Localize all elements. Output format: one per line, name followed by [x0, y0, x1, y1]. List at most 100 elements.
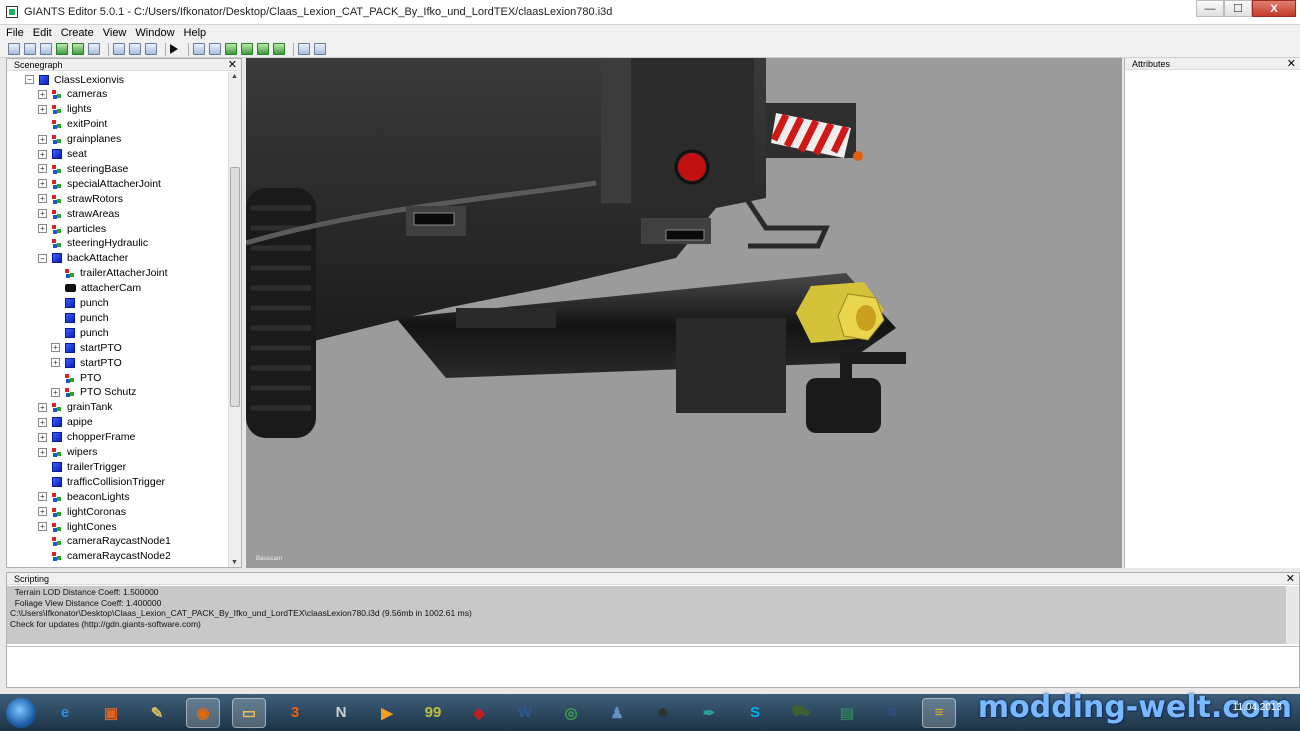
expand-toggle-icon[interactable]: +	[38, 134, 47, 144]
menu-edit[interactable]: Edit	[33, 27, 52, 39]
close-button[interactable]: X	[1252, 0, 1296, 17]
tree-node[interactable]: + chopperFrame	[38, 430, 135, 445]
giants-editor-icon[interactable]: ≡	[922, 697, 956, 728]
tree-node[interactable]: + apipe	[38, 415, 93, 430]
app-3-icon[interactable]: 3	[278, 698, 312, 728]
tree-node[interactable]: − ClassLexionvis	[25, 72, 124, 87]
close-icon[interactable]: ✕	[1286, 573, 1295, 585]
import-icon[interactable]	[40, 43, 52, 55]
expand-toggle-icon[interactable]: +	[38, 432, 47, 442]
tree-node[interactable]: + startPTO	[51, 340, 122, 355]
tree-node[interactable]: + grainTank	[38, 400, 113, 415]
internet-explorer-icon[interactable]: e	[48, 698, 82, 728]
media-player-icon[interactable]: ▶	[370, 698, 404, 728]
foliage-paint-icon[interactable]	[273, 43, 285, 55]
package-icon[interactable]: ▣	[94, 698, 128, 728]
tree-node[interactable]: − backAttacher	[38, 251, 128, 266]
tree-node[interactable]: + PTO Schutz	[51, 385, 136, 400]
expand-toggle-icon[interactable]: +	[51, 358, 60, 368]
scroll-down-icon[interactable]: ▼	[231, 559, 238, 566]
expand-toggle-icon[interactable]: +	[38, 224, 47, 233]
expand-toggle-icon[interactable]: +	[38, 104, 47, 114]
expand-toggle-icon[interactable]: +	[38, 402, 47, 412]
tree-node[interactable]: steeringHydraulic	[38, 236, 148, 251]
tree-node[interactable]: + strawAreas	[38, 206, 120, 221]
tree-node[interactable]: + specialAttacherJoint	[38, 176, 161, 191]
tree-node[interactable]: PTO	[51, 370, 101, 385]
tree-node[interactable]: + cameras	[38, 87, 107, 102]
gear-alt-icon[interactable]	[314, 43, 326, 55]
expand-toggle-icon[interactable]: +	[38, 417, 47, 427]
expand-toggle-icon[interactable]: +	[38, 507, 47, 517]
tree-node[interactable]: + startPTO	[51, 355, 122, 370]
open-file-icon[interactable]	[24, 43, 36, 55]
tree-node[interactable]: attacherCam	[51, 281, 141, 296]
gear-icon[interactable]	[298, 43, 310, 55]
expand-toggle-icon[interactable]: +	[51, 387, 60, 397]
skype-icon[interactable]: S	[738, 698, 772, 728]
stack-icon[interactable]: ≡	[876, 698, 910, 728]
save-icon[interactable]	[56, 43, 68, 55]
tree-node[interactable]: trailerTrigger	[38, 459, 126, 474]
redo-icon[interactable]	[145, 43, 157, 55]
tractor-icon[interactable]: ⛟	[784, 698, 818, 728]
save-as-icon[interactable]	[72, 43, 84, 55]
tree-node[interactable]: + grainplanes	[38, 132, 121, 147]
expand-toggle-icon[interactable]: +	[51, 343, 60, 353]
system-clock[interactable]: 11.04.2013	[1233, 702, 1282, 714]
maximize-button[interactable]: ☐	[1224, 0, 1252, 17]
terrain-raise-icon[interactable]	[225, 43, 237, 55]
tree-node[interactable]: + beaconLights	[38, 489, 129, 504]
expand-toggle-icon[interactable]: +	[38, 179, 47, 189]
feather-icon[interactable]: ✒	[692, 698, 726, 728]
script-input[interactable]	[7, 646, 1299, 687]
terrain-paint-icon[interactable]	[257, 43, 269, 55]
tree-node[interactable]: + seat	[38, 147, 87, 162]
paint-icon[interactable]: ✎	[140, 698, 174, 728]
word-icon[interactable]: W	[508, 698, 542, 728]
expand-toggle-icon[interactable]: +	[38, 89, 47, 99]
3d-viewport[interactable]: Basiscam	[246, 58, 1122, 568]
menu-file[interactable]: File	[6, 27, 24, 39]
menu-help[interactable]: Help	[184, 27, 207, 39]
close-icon[interactable]: ✕	[228, 59, 237, 71]
scene-tree[interactable]: − ClassLexionvis + cameras + lights exitPoint +…	[7, 72, 229, 567]
chrome-icon[interactable]: ◎	[554, 698, 588, 728]
window-icon[interactable]: ▤	[830, 698, 864, 728]
minimize-button[interactable]: —	[1196, 0, 1224, 17]
menu-create[interactable]: Create	[61, 27, 94, 39]
expand-toggle-icon[interactable]: +	[38, 209, 47, 219]
tree-node[interactable]: trailerAttacherJoint	[51, 266, 168, 281]
expand-toggle-icon[interactable]: +	[38, 194, 47, 204]
scroll-up-icon[interactable]: ▲	[231, 73, 238, 80]
tree-node[interactable]: punch	[51, 296, 109, 311]
select-tool-icon[interactable]	[193, 43, 205, 55]
tree-node[interactable]: punch	[51, 310, 109, 325]
play-icon[interactable]	[170, 44, 178, 54]
export-icon[interactable]	[88, 43, 100, 55]
expand-toggle-icon[interactable]: +	[38, 164, 47, 174]
expand-toggle-icon[interactable]: +	[38, 149, 47, 159]
tree-node[interactable]: cameraRaycastNode2	[38, 549, 171, 564]
character-icon[interactable]: ☻	[646, 698, 680, 728]
expand-toggle-icon[interactable]: +	[38, 522, 47, 531]
undo-icon[interactable]	[129, 43, 141, 55]
expand-toggle-icon[interactable]: +	[38, 447, 47, 457]
tractor-game-icon[interactable]: ◆	[462, 698, 496, 728]
tree-node[interactable]: + steeringBase	[38, 161, 128, 176]
expand-toggle-icon[interactable]: −	[25, 75, 34, 84]
close-icon[interactable]: ✕	[1287, 58, 1296, 70]
tree-node[interactable]: + strawRotors	[38, 191, 123, 206]
tree-node[interactable]: + lightCoronas	[38, 504, 126, 519]
tree-node[interactable]: punch	[51, 325, 109, 340]
tree-node[interactable]: + particles	[38, 221, 106, 236]
game-99-icon[interactable]: 99	[416, 698, 450, 728]
firefox-icon[interactable]: ◉	[186, 697, 220, 728]
expand-toggle-icon[interactable]: +	[38, 492, 47, 502]
expand-toggle-icon[interactable]: −	[38, 253, 47, 263]
tree-node[interactable]: + lightCones	[38, 519, 117, 534]
tree-node[interactable]: + wipers	[38, 445, 97, 460]
cut-icon[interactable]	[113, 43, 125, 55]
script-scrollbar[interactable]	[1286, 586, 1299, 644]
magnet-icon[interactable]	[209, 43, 221, 55]
